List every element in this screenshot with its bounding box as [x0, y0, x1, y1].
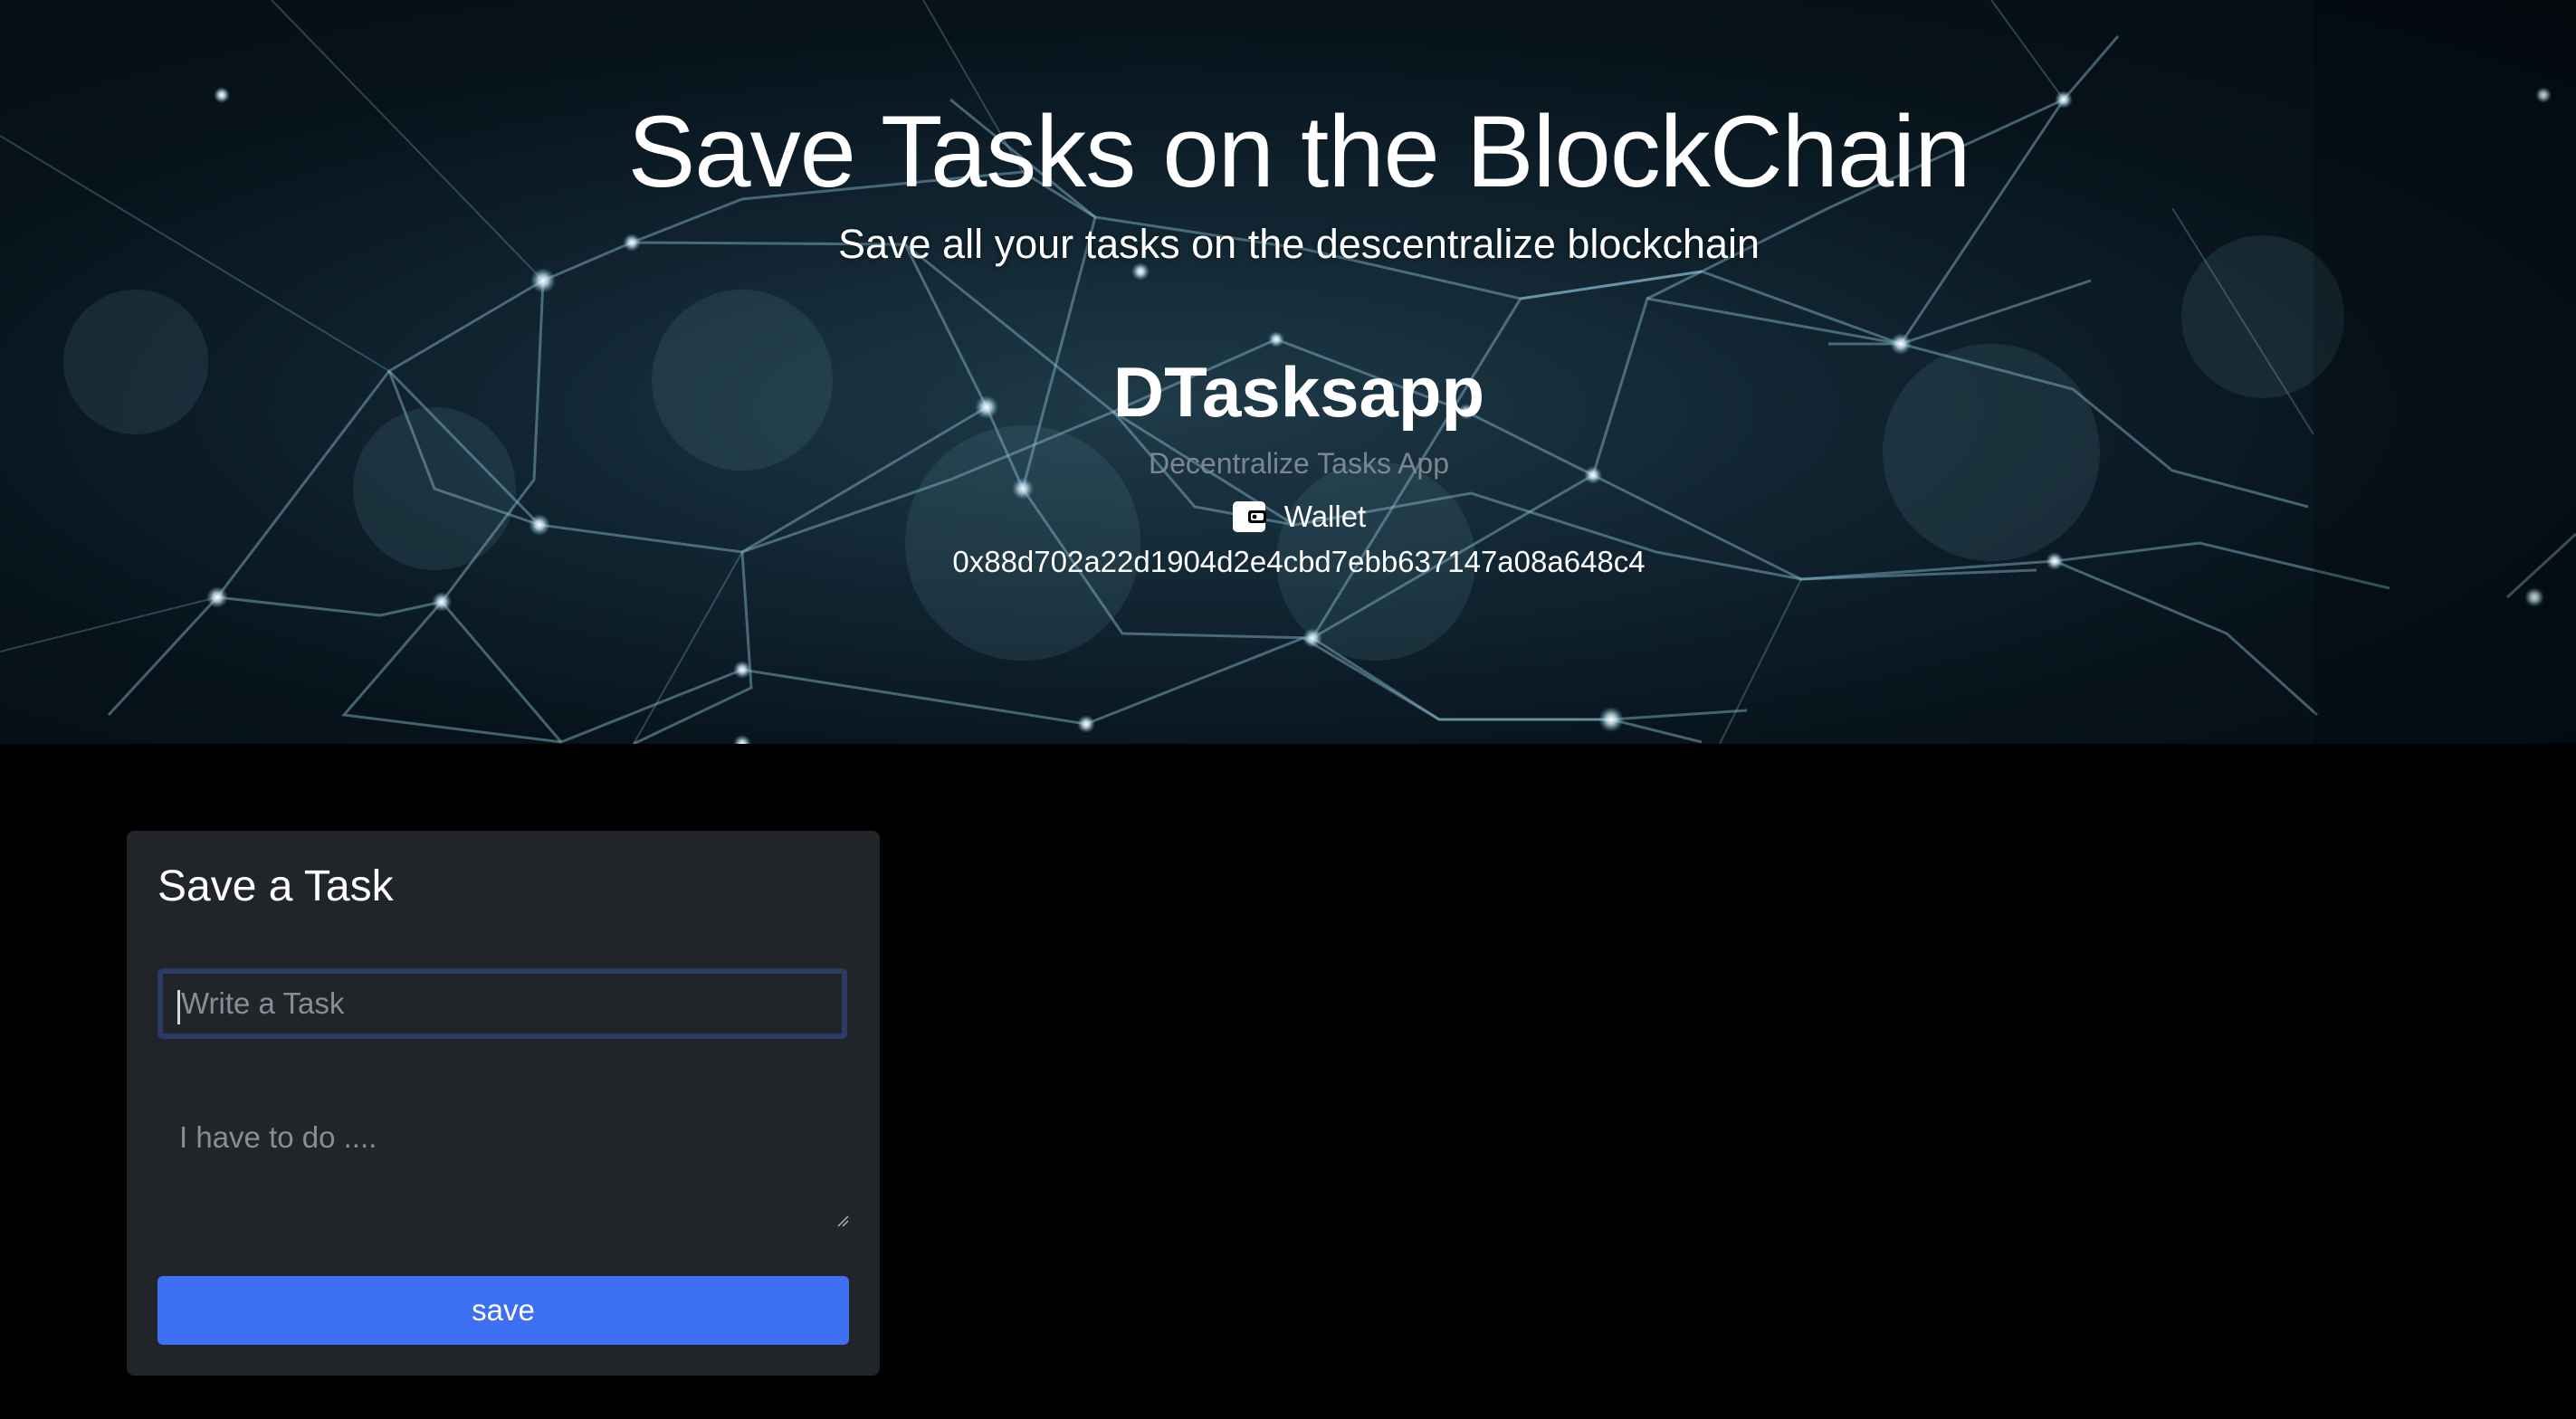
- resize-grip-icon[interactable]: [836, 1214, 849, 1227]
- page-subtitle: Save all your tasks on the descentralize…: [837, 221, 1760, 267]
- wallet-icon: [1232, 501, 1266, 532]
- hero-banner: Save Tasks on the BlockChain Save all yo…: [0, 0, 2576, 744]
- wallet-address: 0x88d702a22d1904d2e4cbd7ebb637147a08a648…: [952, 545, 1646, 578]
- task-title-input[interactable]: [157, 968, 847, 1039]
- wallet-row: Wallet: [0, 500, 2576, 534]
- app-tagline: Decentralize Tasks App: [1148, 447, 1450, 480]
- text-caret: [177, 990, 180, 1024]
- hero-content: Save Tasks on the BlockChain Save all yo…: [0, 0, 2576, 744]
- task-description-textarea[interactable]: [157, 1093, 847, 1220]
- page-title: Save Tasks on the BlockChain: [627, 95, 1971, 208]
- app-name: DTasksapp: [1112, 352, 1485, 432]
- save-task-card: Save a Task save: [127, 831, 880, 1376]
- card-title: Save a Task: [157, 862, 394, 910]
- wallet-label: Wallet: [1283, 500, 1367, 533]
- save-button[interactable]: save: [157, 1276, 849, 1345]
